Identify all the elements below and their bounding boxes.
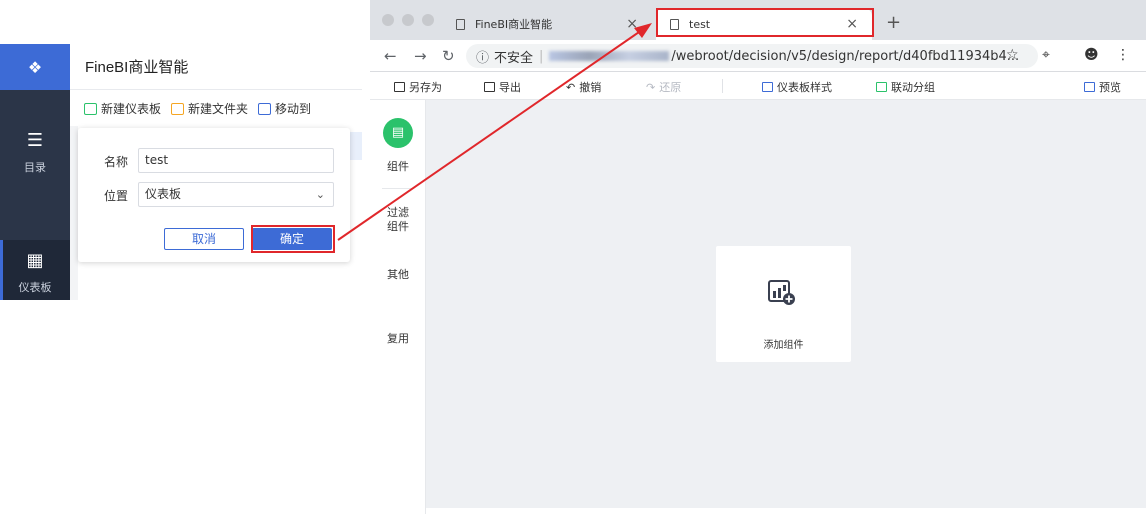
redo-button[interactable]: ↷ 还原: [646, 79, 681, 95]
add-chart-icon[interactable]: ▤: [383, 118, 413, 148]
redo-label: 还原: [659, 81, 682, 94]
export-label: 导出: [499, 81, 521, 94]
style-grid-icon: [762, 82, 773, 92]
dashboard-grid-icon: ▦: [26, 250, 44, 271]
save-as-label: 另存为: [409, 81, 442, 94]
browser-window: FineBI商业智能 × test × + ← → ↻ ⓘ 不安全 | /web…: [370, 0, 1146, 514]
tab-title: FineBI商业智能: [475, 18, 553, 31]
name-field[interactable]: test: [138, 148, 334, 173]
undo-label: 撤销: [579, 81, 602, 94]
add-chart-icon: [768, 280, 795, 305]
export-button[interactable]: 导出: [484, 79, 521, 95]
tab-highlight: [656, 8, 874, 37]
add-component-label: 添加组件: [763, 340, 804, 351]
account-icon[interactable]: ☻: [1084, 47, 1099, 63]
linkage-group-button[interactable]: 联动分组: [876, 79, 935, 95]
menu-icon[interactable]: ⋮: [1116, 47, 1130, 63]
document-icon: [456, 18, 465, 30]
toolbar-divider: [722, 79, 723, 93]
add-component-card[interactable]: 添加组件: [716, 246, 851, 362]
dashboard-canvas: 添加组件: [426, 100, 1146, 508]
location-select[interactable]: 仪表板 ⌄: [138, 182, 334, 207]
linkage-icon: [876, 82, 887, 92]
tab-finebi[interactable]: FineBI商业智能 ×: [442, 8, 652, 40]
sidebar-item-catalog[interactable]: ☰ 目录: [0, 130, 70, 175]
redo-icon: ↷: [646, 80, 656, 94]
url-input[interactable]: ⓘ 不安全 | /webroot/decision/v5/design/repo…: [466, 44, 1038, 68]
finebi-toolbar: 新建仪表板 新建文件夹 移动到: [84, 100, 311, 117]
reload-icon[interactable]: ↻: [442, 47, 455, 65]
monitor-icon: [1084, 82, 1095, 92]
other-tab[interactable]: 其他: [370, 268, 426, 282]
new-dashboard-label: 新建仪表板: [101, 102, 162, 116]
url-separator: |: [539, 48, 544, 64]
new-folder-button[interactable]: 新建文件夹: [171, 100, 248, 117]
back-icon[interactable]: ←: [384, 47, 397, 65]
undo-icon: ↶: [566, 80, 576, 94]
divider: [382, 188, 414, 189]
undo-button[interactable]: ↶ 撤销: [566, 79, 601, 95]
location-value: 仪表板: [145, 187, 182, 201]
cancel-button[interactable]: 取消: [164, 228, 244, 250]
finebi-sidebar: ❖ ☰ 目录 ▦ 仪表板: [0, 44, 70, 300]
insecure-label: 不安全: [494, 50, 534, 66]
preview-label: 预览: [1099, 81, 1121, 94]
design-toolbar: 另存为 导出 ↶ 撤销 ↷ 还原 仪表板样式 联动分组 预览: [370, 72, 1146, 100]
maximize-window-icon[interactable]: [422, 14, 434, 26]
list-icon: ☰: [26, 130, 44, 151]
star-icon[interactable]: ☆: [1006, 47, 1019, 63]
list-area: [70, 126, 78, 300]
dashboard-style-label: 仪表板样式: [777, 81, 832, 94]
address-bar: ← → ↻ ⓘ 不安全 | /webroot/decision/v5/desig…: [370, 40, 1146, 72]
dashboard-style-button[interactable]: 仪表板样式: [762, 79, 832, 95]
new-tab-icon[interactable]: +: [886, 12, 901, 33]
folder-icon: [171, 102, 185, 115]
move-to-button[interactable]: 移动到: [258, 100, 311, 117]
new-folder-label: 新建文件夹: [188, 102, 249, 116]
url-blurred-host: [549, 51, 670, 61]
filter-components-tab[interactable]: 过滤 组件: [370, 206, 426, 234]
sidebar-item-dashboard[interactable]: ▦ 仪表板: [0, 240, 70, 300]
component-panel: ▤ 组件 过滤 组件 其他 复用: [370, 100, 426, 514]
selected-row[interactable]: [350, 132, 362, 160]
page-title: FineBI商业智能: [70, 44, 362, 90]
chevron-down-icon: ⌄: [315, 188, 325, 201]
sidebar-item-label: 仪表板: [18, 281, 52, 294]
location-label: 位置: [104, 189, 129, 203]
new-dashboard-icon: [84, 102, 97, 115]
export-icon: [484, 82, 495, 92]
tab-strip: FineBI商业智能 × test × +: [370, 0, 1146, 40]
confirm-button-highlight: [251, 225, 335, 253]
close-tab-icon[interactable]: ×: [626, 16, 638, 32]
minimize-window-icon[interactable]: [402, 14, 414, 26]
save-as-button[interactable]: 另存为: [394, 79, 442, 95]
name-label: 名称: [104, 155, 129, 169]
sidebar-item-label: 目录: [24, 161, 46, 174]
finebi-logo-icon[interactable]: ❖: [0, 44, 70, 90]
close-window-icon[interactable]: [382, 14, 394, 26]
preview-button[interactable]: 预览: [1084, 79, 1121, 95]
save-icon: [394, 82, 405, 92]
forward-icon[interactable]: →: [414, 47, 427, 65]
reuse-tab[interactable]: 复用: [370, 332, 426, 346]
cast-icon[interactable]: ⌖: [1042, 47, 1050, 63]
move-icon: [258, 102, 272, 115]
new-dashboard-button[interactable]: 新建仪表板: [84, 100, 161, 117]
linkage-group-label: 联动分组: [891, 81, 935, 94]
url-path: /webroot/decision/v5/design/report/d40fb…: [671, 48, 1020, 64]
info-icon[interactable]: ⓘ: [476, 47, 489, 66]
components-tab[interactable]: 组件: [370, 160, 426, 174]
move-to-label: 移动到: [275, 102, 312, 116]
